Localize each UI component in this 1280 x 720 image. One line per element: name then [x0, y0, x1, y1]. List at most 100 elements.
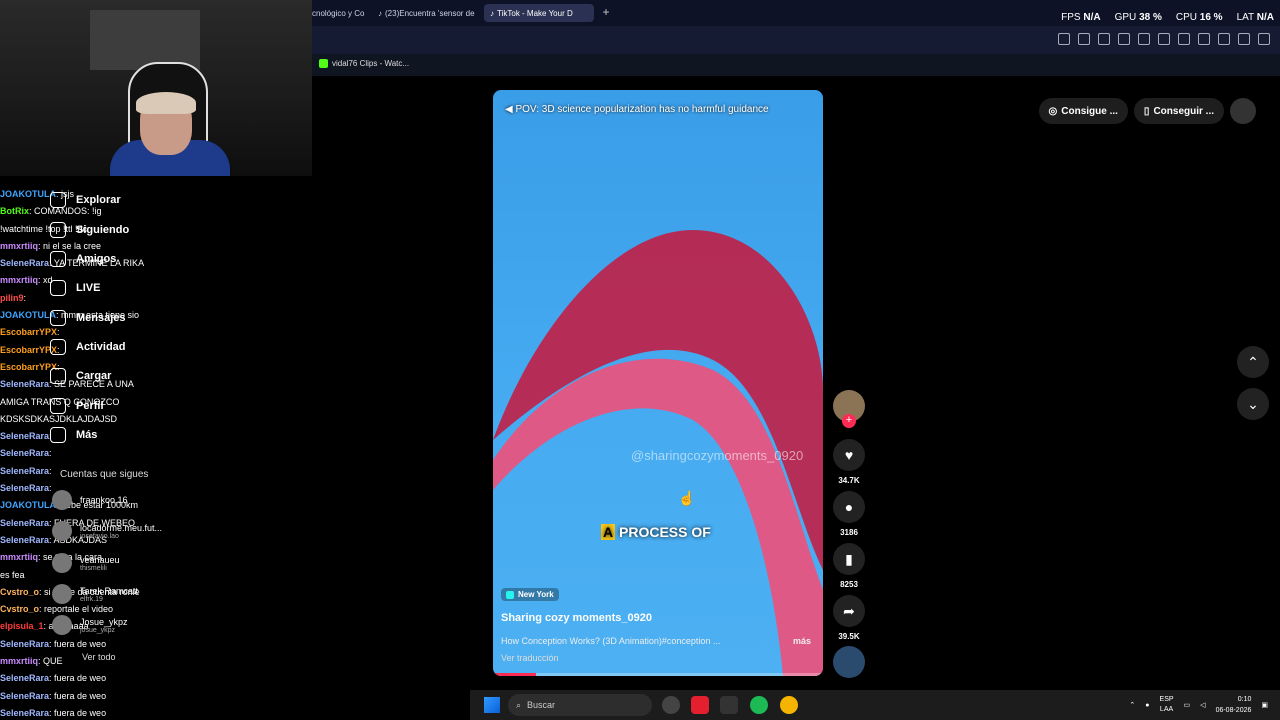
nav-siguiendo[interactable]: Siguiendo [50, 222, 129, 238]
chat-message: SeleneRara: [0, 445, 180, 462]
chrome-icon[interactable] [780, 696, 798, 714]
chat-username: SeleneRara [0, 517, 50, 528]
menu-icon[interactable] [1198, 33, 1210, 45]
windows-start-icon[interactable] [484, 697, 500, 713]
chat-username: BotRix [0, 206, 29, 217]
nav-mas[interactable]: Más [50, 427, 97, 443]
compass-icon [50, 192, 66, 208]
comment-count: 3186 [840, 528, 858, 537]
share-icon: ➦ [843, 602, 855, 619]
like-button[interactable]: ♥ [833, 439, 865, 471]
chat-text: : [57, 327, 60, 338]
chevron-up-icon[interactable]: ⌃ [1129, 701, 1135, 709]
chat-text: : fuera de weo [49, 690, 107, 701]
cube-icon[interactable] [1238, 33, 1250, 45]
get-app-button[interactable]: ◎ Consigue ... [1038, 98, 1128, 124]
speaker-icon[interactable]: ◁ [1200, 701, 1205, 709]
heart-icon[interactable] [1158, 33, 1170, 45]
see-all-link[interactable]: Ver todo [82, 652, 116, 662]
chat-username: JOAKOTULA [0, 500, 56, 511]
following-account[interactable]: Tarek Ramcatt elfrk.19 [52, 584, 138, 604]
bookmarks-bar: vidal76 Clips - Watc... [312, 54, 1280, 76]
tab-1[interactable]: cnológico y Co [306, 4, 370, 22]
taskbar-search[interactable]: ⌕ Buscar [508, 694, 652, 716]
download-icon[interactable] [1178, 33, 1190, 45]
chat-username: SeleneRara [0, 258, 50, 269]
save-count: 8253 [840, 580, 858, 589]
video-watermark: @sharingcozymoments_0920 [631, 448, 804, 463]
chat-text: : ni el se la cree [38, 240, 102, 251]
location-badge[interactable]: New York [501, 588, 559, 601]
phone-icon: ▯ [1143, 105, 1150, 117]
nav-actividad[interactable]: Actividad [50, 339, 126, 355]
nav-cargar[interactable]: Cargar [50, 368, 111, 384]
obs-icon[interactable] [662, 696, 680, 714]
chat-username: SeleneRara [0, 534, 50, 545]
nav-amigos[interactable]: Amigos [50, 251, 116, 267]
chat-text: : fuera de weo [49, 673, 107, 684]
top-buttons: ◎ Consigue ... ▯ Conseguir ... [1038, 98, 1256, 124]
system-tray: ⌃ ● ESP LAA ▭ ◁ 0:10 06-08-2026 ▣ [1129, 694, 1268, 716]
volume-icon[interactable]: ◀ [505, 104, 515, 115]
language-indicator[interactable]: ESP LAA [1160, 695, 1174, 715]
play-icon[interactable] [1138, 33, 1150, 45]
video-progress[interactable] [493, 673, 823, 676]
more-link[interactable]: más [793, 636, 811, 646]
nav-perfil[interactable]: Perfil [50, 398, 104, 414]
performance-stats: FPS N/A GPU 38 % CPU 16 % LAT N/A [1061, 12, 1274, 23]
following-account[interactable]: fraankoo.16 [52, 490, 128, 510]
location-icon [506, 590, 514, 599]
following-account[interactable]: locadorme.meu.fut... josefavio.lao [52, 521, 162, 541]
chat-username: SeleneRara [0, 638, 50, 649]
nav-explorar[interactable]: Explorar [50, 192, 121, 208]
chat-username: elpisula_1 [0, 621, 44, 632]
clock[interactable]: 0:10 06-08-2026 [1216, 694, 1252, 716]
network-icon[interactable]: ▭ [1184, 701, 1191, 709]
epic-games-icon[interactable] [720, 696, 738, 714]
chat-username: SeleneRara [0, 690, 50, 701]
chat-username: EscobarrYPX [0, 327, 58, 338]
nav-mensajes[interactable]: Mensajes [50, 310, 126, 326]
share-button[interactable]: ➦ [833, 595, 865, 627]
extension-icon[interactable] [1118, 33, 1130, 45]
tab-2[interactable]: ♪ (23)Encuentra 'sensor de [372, 4, 482, 22]
chat-username: mmxrtiiq [0, 275, 39, 286]
tab-tiktok[interactable]: ♪ TikTok - Make Your D [484, 4, 594, 22]
video-player[interactable]: ◀ POV: 3D science popularization has no … [493, 90, 823, 676]
opera-icon[interactable] [691, 696, 709, 714]
search-icon: ⌕ [516, 699, 522, 710]
follow-plus-icon[interactable]: + [842, 414, 856, 428]
shield-icon[interactable] [1098, 33, 1110, 45]
wallet-icon[interactable] [1218, 33, 1230, 45]
previous-video-button[interactable]: ⌃ [1237, 346, 1269, 378]
following-account[interactable]: veanaueu thismelili [52, 553, 120, 573]
next-video-button[interactable]: ⌄ [1237, 388, 1269, 420]
camera-icon[interactable] [1078, 33, 1090, 45]
new-tab-button[interactable]: + [599, 5, 613, 19]
avatar [52, 615, 72, 635]
following-account[interactable]: Josue_ykpz josue_ykpz [52, 615, 128, 635]
chat-text: : fuera de weo [49, 707, 107, 718]
profile-avatar[interactable] [1230, 98, 1256, 124]
music-disc[interactable] [833, 646, 865, 678]
comment-button[interactable]: ● [833, 491, 865, 523]
save-button[interactable]: ▮ [833, 543, 865, 575]
video-author[interactable]: Sharing cozy moments_0920 [501, 612, 652, 624]
chat-username: mmxrtiiq [0, 240, 39, 251]
notification-icon[interactable]: ▣ [1261, 701, 1268, 709]
video-description: How Conception Works? (3D Animation)#con… [501, 636, 811, 646]
mouse-cursor: ☝ [678, 490, 696, 506]
translate-link[interactable]: Ver traducción [501, 653, 559, 663]
chat-username: SeleneRara [0, 483, 50, 494]
chat-username: JOAKOTULA [0, 310, 56, 321]
coin-icon: ◎ [1048, 105, 1058, 117]
nav-live[interactable]: LIVE [50, 280, 100, 296]
get-app-button-2[interactable]: ▯ Conseguir ... [1133, 98, 1224, 124]
edit-icon[interactable] [1058, 33, 1070, 45]
chat-username: pilin9 [0, 292, 24, 303]
mic-icon[interactable]: ● [1145, 702, 1149, 709]
bookmark-kick[interactable]: vidal76 Clips - Watc... [319, 59, 409, 68]
ai-icon[interactable] [1258, 33, 1270, 45]
comment-icon: ● [844, 499, 854, 515]
spotify-icon[interactable] [750, 696, 768, 714]
